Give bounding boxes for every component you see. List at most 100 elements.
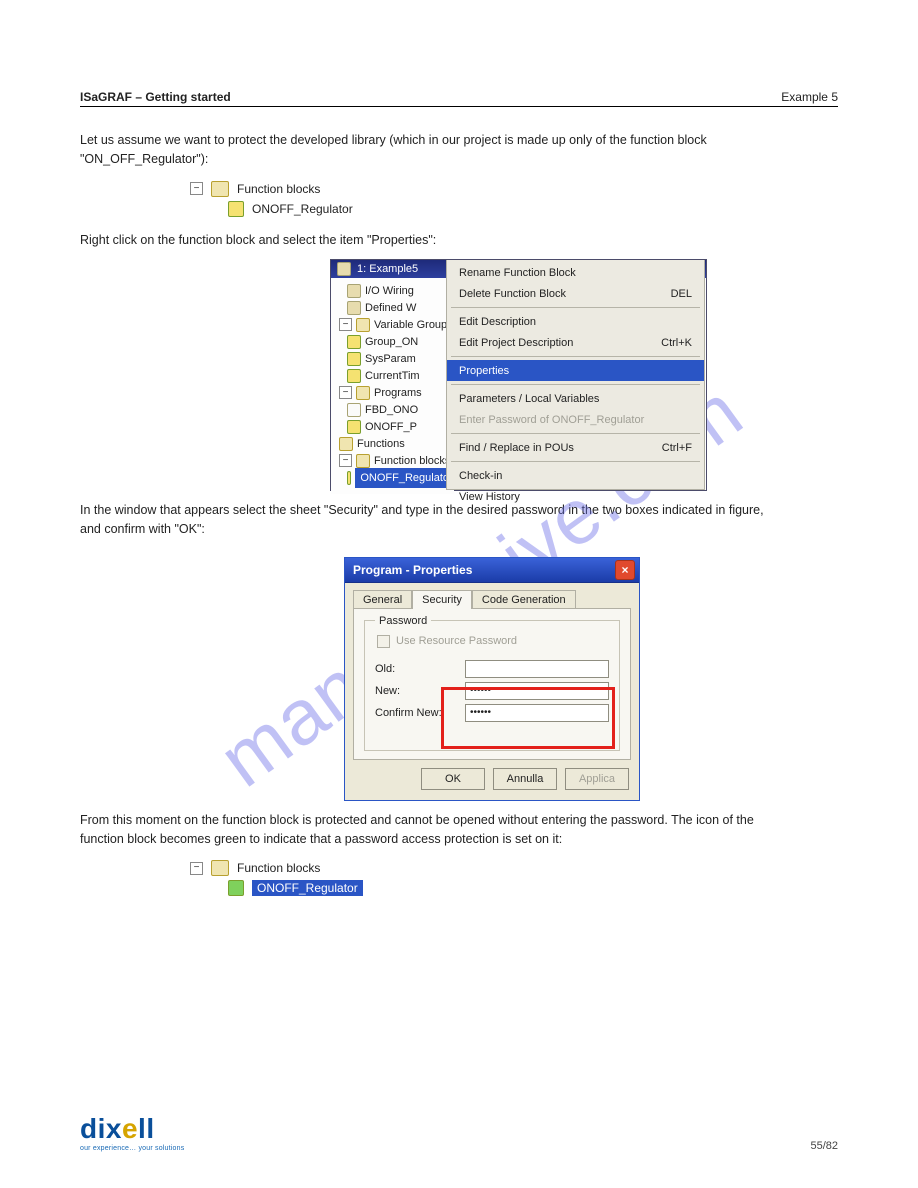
menu-item-label: Check-in (459, 470, 502, 482)
expand-icon[interactable]: − (190, 182, 203, 195)
brand-tagline: our experience… your solutions (80, 1145, 184, 1152)
brand-logo: dixell our experience… your solutions (80, 1115, 184, 1152)
page-header: ISaGRAF – Getting started Example 5 (80, 90, 838, 107)
use-resource-password-checkbox[interactable]: Use Resource Password (377, 635, 609, 648)
expand-icon[interactable]: − (190, 862, 203, 875)
menu-item: Enter Password of ONOFF_Regulator (447, 409, 704, 430)
tree-item-label: Variable Groups (374, 316, 453, 334)
menu-separator (451, 461, 700, 462)
menu-item-label: Edit Description (459, 316, 536, 328)
tree-label-parent: Function blocks (237, 861, 320, 875)
paragraph-2: Right click on the function block and se… (80, 231, 778, 250)
file-icon (347, 403, 361, 417)
tree-item-label: ONOFF_P (365, 418, 417, 436)
expand-icon[interactable]: − (339, 454, 352, 467)
menu-separator (451, 384, 700, 385)
ok-button[interactable]: OK (421, 768, 485, 790)
page-number: 55/82 (810, 1140, 838, 1152)
menu-item[interactable]: Find / Replace in POUs Ctrl+F (447, 437, 704, 458)
tree-row[interactable]: ONOFF_P (347, 418, 454, 435)
dialog-title: Program - Properties (353, 563, 472, 577)
checkbox-icon (377, 635, 390, 648)
tree-item-label: FBD_ONO (365, 401, 418, 419)
confirm-password-label: Confirm New: (375, 707, 455, 719)
tree-row[interactable]: −Programs (339, 384, 454, 401)
context-menu: Rename Function Block Delete Function Blo… (446, 260, 705, 490)
menu-item[interactable]: Parameters / Local Variables (447, 388, 704, 409)
password-fieldset: Password Use Resource Password Old: New:… (364, 615, 620, 751)
folder-icon (211, 181, 229, 197)
tree-label-child-selected: ONOFF_Regulator (252, 880, 363, 896)
menu-item-label: Rename Function Block (459, 267, 576, 279)
file-icon (228, 201, 244, 217)
menu-item-shortcut: Ctrl+F (662, 442, 692, 454)
menu-item[interactable]: Rename Function Block (447, 262, 704, 283)
menu-item[interactable]: Check-in (447, 465, 704, 486)
tree-function-blocks-before: − Function blocks ONOFF_Regulator (190, 179, 838, 219)
tree-item-label: Defined W (365, 299, 416, 317)
menu-item-label: Find / Replace in POUs (459, 442, 574, 454)
tree-row[interactable]: Functions (339, 435, 454, 452)
tree-function-blocks-after: − Function blocks ONOFF_Regulator (190, 858, 838, 898)
paragraph-4: From this moment on the function block i… (80, 811, 778, 849)
tree-item-label: Group_ON (365, 333, 418, 351)
dialog-tabs: General Security Code Generation (345, 583, 639, 608)
menu-item-label: View History (459, 491, 520, 503)
window-icon (337, 262, 351, 276)
menu-item-label: Enter Password of ONOFF_Regulator (459, 414, 644, 426)
tree-row[interactable]: − Variable Groups (339, 316, 454, 333)
folder-icon (211, 860, 229, 876)
tree-row[interactable]: −Function blocks (339, 452, 454, 469)
tree-row[interactable]: SysParam (347, 350, 454, 367)
brand-part3: ll (138, 1113, 155, 1144)
menu-item[interactable]: View History (447, 486, 704, 507)
menu-separator (451, 356, 700, 357)
tree-item-label: I/O Wiring (365, 282, 414, 300)
tree-label-parent: Function blocks (237, 182, 320, 196)
menu-item-label: Edit Project Description (459, 337, 573, 349)
menu-item-label: Properties (459, 365, 509, 377)
menu-item[interactable]: Properties (447, 360, 704, 381)
tree-row[interactable]: ONOFF_Regulato (347, 469, 454, 486)
new-password-label: New: (375, 685, 455, 697)
screenshot-properties-dialog: Program - Properties × General Security … (344, 557, 640, 801)
expand-icon[interactable]: − (339, 318, 352, 331)
tree-item-label: CurrentTim (365, 367, 420, 385)
folder-icon (356, 318, 370, 332)
old-password-label: Old: (375, 663, 455, 675)
file-icon (347, 352, 361, 366)
menu-item[interactable]: Edit Description (447, 311, 704, 332)
tree-row[interactable]: FBD_ONO (347, 401, 454, 418)
close-icon[interactable]: × (615, 560, 635, 580)
file-icon (347, 420, 361, 434)
file-icon (347, 335, 361, 349)
tree-item-label: ONOFF_Regulato (355, 468, 454, 488)
menu-item-shortcut: DEL (671, 288, 692, 300)
old-password-input[interactable] (465, 660, 609, 678)
apply-button[interactable]: Applica (565, 768, 629, 790)
tree-row[interactable]: CurrentTim (347, 367, 454, 384)
tab-security[interactable]: Security (412, 590, 472, 609)
file-icon (347, 301, 361, 315)
confirm-password-input[interactable]: •••••• (465, 704, 609, 722)
file-icon (347, 471, 351, 485)
brand-part2: e (122, 1113, 138, 1144)
folder-icon (356, 454, 370, 468)
menu-item[interactable]: Edit Project DescriptionCtrl+K (447, 332, 704, 353)
tree-row[interactable]: I/O Wiring (347, 282, 454, 299)
tree-label-child: ONOFF_Regulator (252, 202, 353, 216)
tree-row[interactable]: Group_ON (347, 333, 454, 350)
menu-item[interactable]: Delete Function BlockDEL (447, 283, 704, 304)
window-title: 1: Example5 (357, 263, 418, 275)
checkbox-label: Use Resource Password (396, 635, 517, 647)
tab-general[interactable]: General (353, 590, 412, 609)
tree-row[interactable]: Defined W (347, 299, 454, 316)
file-icon (347, 284, 361, 298)
expand-icon[interactable]: − (339, 386, 352, 399)
tree-item-label: Functions (357, 435, 405, 453)
tab-code-generation[interactable]: Code Generation (472, 590, 576, 609)
cancel-button[interactable]: Annulla (493, 768, 557, 790)
header-right: Example 5 (781, 90, 838, 104)
tree-item-label: SysParam (365, 350, 416, 368)
new-password-input[interactable]: •••••• (465, 682, 609, 700)
